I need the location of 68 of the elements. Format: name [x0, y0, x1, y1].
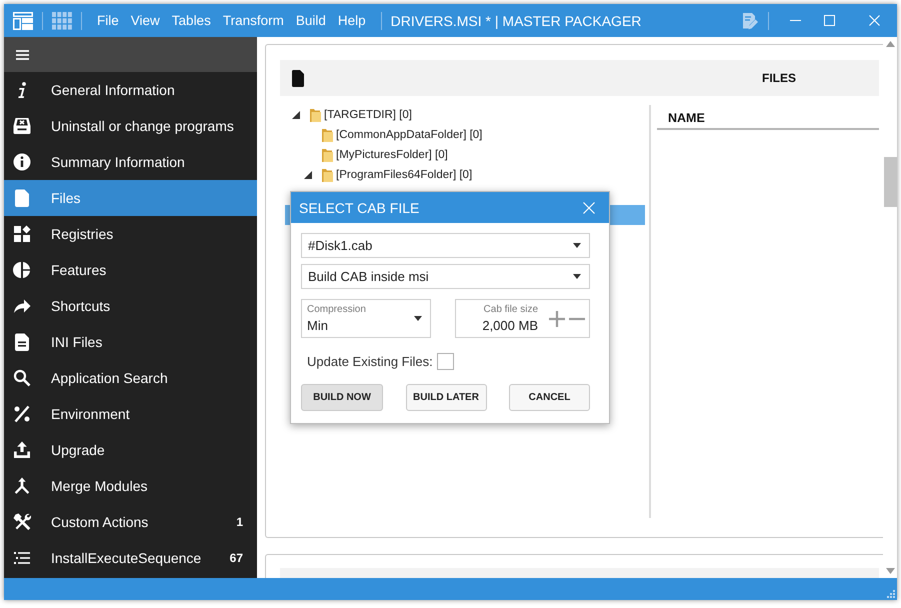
scroll-up-icon[interactable]	[886, 41, 894, 47]
caret-icon	[573, 243, 581, 248]
sidebar-item[interactable]: Registries	[4, 216, 257, 252]
window-title: DRIVERS.MSI * | MASTER PACKAGER	[390, 12, 642, 28]
document-icon	[13, 333, 31, 351]
close-icon[interactable]	[868, 15, 880, 26]
grid-icon[interactable]	[52, 12, 72, 30]
item-count: 1	[236, 515, 244, 529]
tools-icon	[13, 513, 31, 531]
tiles-icon	[13, 225, 31, 243]
tray-cross-icon	[13, 117, 31, 135]
sidebar-item[interactable]: Summary Information	[4, 144, 257, 180]
merge-arrow-icon	[13, 477, 31, 495]
sidebar-item[interactable]: InstallExecuteSequence 67	[4, 540, 257, 576]
menu-icon[interactable]	[16, 50, 29, 60]
sidebar-item[interactable]: General Information	[4, 72, 257, 108]
column-header[interactable]: NAME	[668, 111, 705, 125]
caret-icon	[414, 316, 422, 321]
sidebar-item[interactable]: Custom Actions 1	[4, 504, 257, 540]
sidebar-item[interactable]: Application Search	[4, 360, 257, 396]
layout-icon[interactable]	[13, 12, 33, 30]
maximize-icon[interactable]	[824, 15, 834, 26]
folder-icon	[322, 168, 333, 182]
dialog-button[interactable]: BUILD NOW	[301, 384, 383, 411]
search-icon	[13, 369, 31, 387]
checkbox-label: Update Existing Files:	[307, 354, 433, 369]
caret-icon	[573, 274, 581, 279]
curved-arrow-icon	[13, 297, 31, 315]
compression-dropdown[interactable]: Compression Min	[301, 299, 431, 338]
list-icon	[13, 549, 31, 567]
scroll-down-icon[interactable]	[886, 568, 894, 574]
plus-icon[interactable]	[549, 310, 565, 326]
file-icon	[292, 70, 304, 86]
info-icon	[13, 153, 31, 171]
dialog-button[interactable]: CANCEL	[509, 384, 590, 411]
panel-title: FILES	[762, 71, 797, 85]
cab-file-dropdown[interactable]: #Disk1.cab	[301, 233, 590, 258]
tree-label[interactable]: [ProgramFiles64Folder] [0]	[336, 169, 472, 181]
tree-label[interactable]: [TARGETDIR] [0]	[324, 109, 412, 121]
file-icon	[13, 189, 31, 207]
edit-document-icon[interactable]	[741, 12, 759, 30]
build-mode-dropdown[interactable]: Build CAB inside msi	[301, 264, 590, 289]
dialog-title: SELECT CAB FILE	[299, 200, 420, 216]
folder-icon	[322, 128, 333, 142]
tree-label[interactable]: [CommonAppDataFolder] [0]	[336, 129, 482, 141]
resize-grip-icon[interactable]	[887, 590, 895, 598]
sidebar-item[interactable]: Files	[4, 180, 257, 216]
sidebar-item[interactable]: Features	[4, 252, 257, 288]
scrollbar-thumb[interactable]	[884, 157, 897, 207]
sidebar-item[interactable]: Upgrade	[4, 432, 257, 468]
pie-chart-icon	[13, 261, 31, 279]
folder-icon	[322, 148, 333, 162]
sidebar-item[interactable]: Shortcuts	[4, 288, 257, 324]
sidebar-item[interactable]: Merge Modules	[4, 468, 257, 504]
cab-size-field[interactable]: Cab file size 2,000 MB	[455, 299, 590, 338]
item-count: 67	[230, 551, 244, 565]
tree-label[interactable]: [MyPicturesFolder] [0]	[336, 149, 448, 161]
folder-icon	[310, 108, 321, 122]
sidebar-item[interactable]: Environment	[4, 396, 257, 432]
upload-icon	[13, 441, 31, 459]
sidebar-item[interactable]: Uninstall or change programs	[4, 108, 257, 144]
expanded-caret-icon[interactable]	[292, 111, 300, 119]
update-files-checkbox[interactable]	[436, 353, 454, 370]
dialog-button[interactable]: BUILD LATER	[406, 384, 486, 411]
close-icon[interactable]	[583, 202, 595, 214]
expanded-caret-icon[interactable]	[304, 171, 312, 179]
percent-icon	[13, 405, 31, 423]
sidebar-item[interactable]: INI Files	[4, 324, 257, 360]
